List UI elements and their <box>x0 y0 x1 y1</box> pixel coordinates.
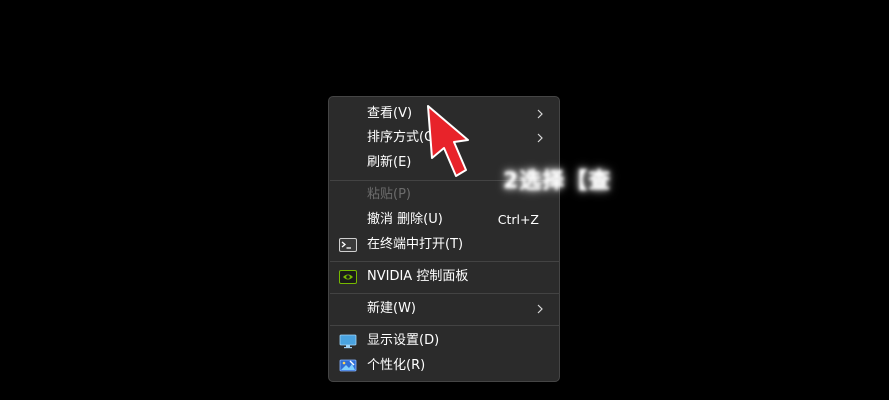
chevron-right-icon <box>537 133 543 143</box>
desktop-background[interactable]: 查看(V) 排序方式(O) 刷新(E) 粘贴(P) 撤消 删除(U) Ctrl+… <box>0 0 889 400</box>
menu-item-label: 撤消 删除(U) <box>367 212 443 227</box>
menu-item-personalize[interactable]: 个性化(R) <box>333 354 555 378</box>
menu-item-label: 在终端中打开(T) <box>367 237 464 252</box>
menu-item-label: 查看(V) <box>367 106 413 121</box>
menu-item-label: 刷新(E) <box>367 155 412 170</box>
menu-separator <box>330 325 560 326</box>
menu-item-label: 新建(W) <box>367 301 416 316</box>
chevron-right-icon <box>537 304 543 314</box>
menu-item-nvidia-control-panel[interactable]: NVIDIA 控制面板 <box>333 265 555 289</box>
red-pointer-arrow-icon <box>427 105 469 177</box>
menu-item-new[interactable]: 新建(W) <box>333 297 555 321</box>
display-settings-icon <box>339 334 357 349</box>
shortcut-label: Ctrl+Z <box>497 212 539 227</box>
menu-item-open-in-terminal[interactable]: 在终端中打开(T) <box>333 233 555 257</box>
menu-separator <box>330 293 560 294</box>
menu-item-label: 显示设置(D) <box>367 333 440 348</box>
nvidia-icon <box>339 270 357 284</box>
menu-item-undo-delete[interactable]: 撤消 删除(U) Ctrl+Z <box>333 208 555 232</box>
personalize-icon <box>339 359 357 372</box>
menu-separator <box>330 261 560 262</box>
menu-item-label: 粘贴(P) <box>367 187 411 202</box>
menu-item-label: NVIDIA 控制面板 <box>367 269 469 284</box>
terminal-icon <box>339 238 357 252</box>
annotation-text: 2选择【查 <box>503 169 612 194</box>
menu-item-label: 个性化(R) <box>367 358 426 373</box>
menu-item-display-settings[interactable]: 显示设置(D) <box>333 329 555 353</box>
chevron-right-icon <box>537 109 543 119</box>
